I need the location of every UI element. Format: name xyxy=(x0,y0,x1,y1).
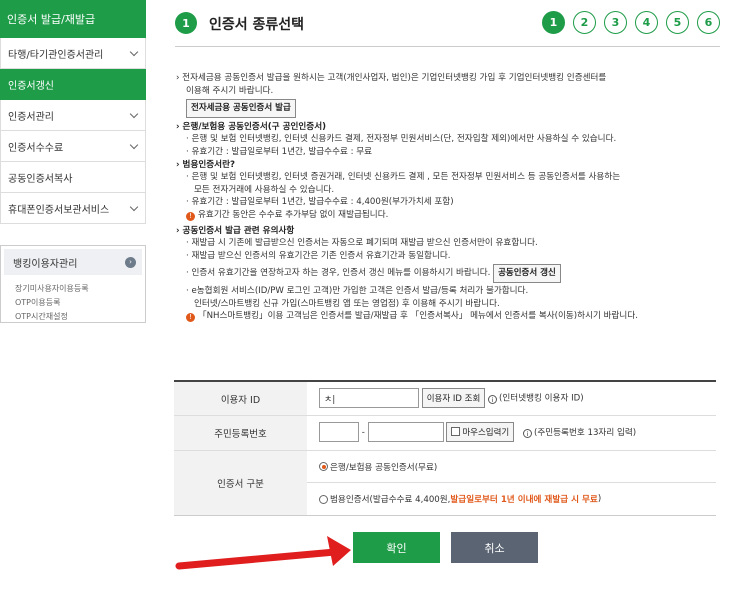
sidebar-item-label: 인증서관리 xyxy=(8,111,54,123)
user-id-hint: (인터넷뱅킹 이용자 ID) xyxy=(499,393,584,404)
option-bank-label: 은행/보험용 공동인증서(무료) xyxy=(330,462,438,473)
notice-2: · 재발급 받으신 인증서의 유효기간은 기존 인증서 유효기간과 동일합니다. xyxy=(186,250,451,261)
banking-user-box: 뱅킹이용자관리 › 장기미사용자이용등록 OTP이용등록 OTP시간재설정 xyxy=(0,245,146,323)
page-title: 인증서 종류선택 xyxy=(209,17,305,33)
notice-title-text: 공동인증서 발급 관련 유의사항 xyxy=(182,225,295,236)
rrn-label: 주민등록번호 xyxy=(174,416,307,450)
general-cert-validity: · 유효기간 : 발급일로부터 1년간, 발급수수료 : 4,400원(부가가치… xyxy=(186,197,454,208)
sidebar-item-label: 휴대폰인증서보관서비스 xyxy=(8,204,110,216)
option-general-label: 범용인증서(발급수수료 4,400원, xyxy=(330,495,451,505)
general-cert-warning: ! 유효기간 동안은 수수료 추가부담 없이 재발급됩니다. xyxy=(176,209,716,222)
info-icon: i xyxy=(522,428,532,438)
step-6: 6 xyxy=(697,11,720,34)
banking-sub-otp-time[interactable]: OTP시간재설정 xyxy=(1,310,145,324)
page-header: 1 인증서 종류선택 1 2 3 4 5 6 xyxy=(175,10,720,40)
sidebar-item-label: 인증서갱신 xyxy=(8,80,54,92)
chevron-down-icon xyxy=(129,47,139,56)
banking-user-title: 뱅킹이용자관리 xyxy=(13,258,78,270)
general-cert-desc-1: · 은행 및 보험 인터넷뱅킹, 인터넷 증권거래, 인터넷 신용카드 결제 ,… xyxy=(186,172,621,183)
sidebar-item-label: 공동인증서복사 xyxy=(8,173,73,185)
general-cert-title-text: 범용인증서란? xyxy=(182,159,235,170)
tax-cert-button[interactable]: 전자세금용 공동인증서 발급 xyxy=(186,99,296,118)
sidebar-item-mobile-storage[interactable]: 휴대폰인증서보관서비스 xyxy=(0,193,146,224)
user-id-lookup-button[interactable]: 이용자 ID 조회 xyxy=(421,388,486,408)
chevron-down-icon xyxy=(129,109,139,118)
header-divider xyxy=(175,46,720,47)
sidebar-header[interactable]: 인증서 발급/재발급 xyxy=(0,0,146,38)
warning-icon: ! xyxy=(186,211,195,221)
rrn-dash: - xyxy=(361,427,365,438)
notice-title: › 공동인증서 발급 관련 유의사항 xyxy=(176,225,295,236)
user-id-input[interactable]: ㅊ| xyxy=(319,388,419,408)
intro-line-1: 전자세금용 공동인증서 발급을 원하시는 고객(개인사업자, 법인)은 기업인터… xyxy=(182,73,607,83)
mouse-input-toggle[interactable]: 마우스입력기 xyxy=(446,422,515,442)
option-general-suffix: ) xyxy=(597,494,602,504)
sidebar-item-cert-manage[interactable]: 인증서관리 xyxy=(0,100,146,131)
option-bank-row[interactable]: 은행/보험용 공동인증서(무료) xyxy=(307,451,716,483)
nh-smart-warning-text: 「NH스마트뱅킹」이용 고객님은 인증서를 발급/재발급 후 「인증서복사」 메… xyxy=(198,311,638,322)
checkbox[interactable] xyxy=(451,427,461,436)
sidebar-item-renew[interactable]: 인증서갱신 xyxy=(0,69,146,100)
chevron-down-icon xyxy=(129,140,139,149)
notice-4a: · e농협회원 서비스(ID/PW 로그인 고객)만 가입한 고객은 인증서 발… xyxy=(186,285,529,296)
sidebar-item-label: 타행/타기관인증서관리 xyxy=(8,49,104,61)
bank-cert-desc: · 은행 및 보험 인터넷뱅킹, 인터넷 신용카드 결제, 전자정부 민원서비스… xyxy=(186,134,617,145)
cert-type-label: 인증서 구분 xyxy=(174,451,307,515)
user-id-label: 이용자 ID xyxy=(174,382,307,415)
option-general-highlight: 발급일로부터 1년 이내에 재발급 시 무료 xyxy=(450,495,598,505)
step-5: 5 xyxy=(666,11,689,34)
general-cert-warning-text: 유효기간 동안은 수수료 추가부담 없이 재발급됩니다. xyxy=(198,209,389,220)
info-icon: i xyxy=(488,394,498,404)
user-id-row: 이용자 ID ㅊ| 이용자 ID 조회 i (인터넷뱅킹 이용자 ID) xyxy=(174,382,716,416)
intro-line-2: 이용해 주시기 바랍니다. xyxy=(186,85,274,96)
step-indicator: 1 2 3 4 5 6 xyxy=(542,11,720,34)
rrn-hint: (주민등록번호 13자리 입력) xyxy=(533,427,637,438)
rrn-back-input[interactable] xyxy=(367,422,444,442)
title-step-badge: 1 xyxy=(175,12,197,34)
bank-cert-title: › 은행/보험용 공동인증서(구 공인인증서) xyxy=(176,121,327,132)
sidebar: 인증서 발급/재발급 타행/타기관인증서관리 인증서갱신 인증서관리 인증서수수… xyxy=(0,0,146,224)
sidebar-item-fee[interactable]: 인증서수수료 xyxy=(0,131,146,162)
banking-user-header[interactable]: 뱅킹이용자관리 › xyxy=(4,249,142,275)
intro-text: › 전자세금용 공동인증서 발급을 원하시는 고객(개인사업자, 법인)은 기업… xyxy=(176,73,607,83)
step-1: 1 xyxy=(542,11,565,34)
general-cert-desc-2: 모든 전자거래에 사용하실 수 있습니다. xyxy=(194,184,335,195)
cancel-button[interactable]: 취소 xyxy=(451,532,538,563)
rrn-front-input[interactable] xyxy=(319,422,359,442)
notice-3: · 인증서 유효기간을 연장하고자 하는 경우, 인증서 갱신 메뉴를 이용하시… xyxy=(186,268,491,279)
sidebar-item-label: 인증서수수료 xyxy=(8,142,64,154)
notice-4b: 인터넷/스마트뱅킹 신규 가입(스마트뱅킹 앱 또는 영업점) 후 이용해 주시… xyxy=(194,298,500,309)
chevron-down-icon xyxy=(129,202,139,211)
banking-sub-dormant[interactable]: 장기미사용자이용등록 xyxy=(1,282,145,296)
sidebar-item-copy[interactable]: 공동인증서복사 xyxy=(0,162,146,193)
option-general-row[interactable]: 범용인증서(발급수수료 4,400원, 발급일로부터 1년 이내에 재발급 시 … xyxy=(307,483,716,515)
rrn-row: 주민등록번호 - 마우스입력기 i (주민등록번호 13자리 입력) xyxy=(174,416,716,451)
notice-1: · 재발급 시 기존에 발급받으신 인증서는 자동으로 폐기되며 재발급 받으신… xyxy=(186,238,538,249)
cert-type-row: 인증서 구분 은행/보험용 공동인증서(무료) 범용인증서(발급수수료 4,40… xyxy=(174,451,716,515)
radio-general-cert[interactable] xyxy=(319,494,328,504)
bank-cert-validity: · 유효기간 : 발급일로부터 1년간, 발급수수료 : 무료 xyxy=(186,146,373,157)
step-2: 2 xyxy=(573,11,596,34)
sidebar-item-other-cert[interactable]: 타행/타기관인증서관리 xyxy=(0,38,146,69)
cert-form: 이용자 ID ㅊ| 이용자 ID 조회 i (인터넷뱅킹 이용자 ID) 주민등록… xyxy=(174,380,716,516)
confirm-button[interactable]: 확인 xyxy=(353,532,440,563)
mouse-input-label: 마우스입력기 xyxy=(462,428,510,438)
step-4: 4 xyxy=(635,11,658,34)
step-3: 3 xyxy=(604,11,627,34)
renew-cert-button[interactable]: 공동인증서 갱신 xyxy=(493,264,561,283)
warning-icon: ! xyxy=(186,313,195,323)
chevron-right-icon: › xyxy=(125,256,136,268)
notice-3-row: · 인증서 유효기간을 연장하고자 하는 경우, 인증서 갱신 메뉴를 이용하시… xyxy=(176,264,716,283)
banking-sub-otp[interactable]: OTP이용등록 xyxy=(1,296,145,310)
radio-bank-cert[interactable] xyxy=(319,462,328,471)
red-arrow-annotation xyxy=(175,536,351,570)
nh-smart-warning: ! 「NH스마트뱅킹」이용 고객님은 인증서를 발급/재발급 후 「인증서복사」 … xyxy=(176,310,716,323)
bank-cert-title-text: 은행/보험용 공동인증서(구 공인인증서) xyxy=(182,121,327,132)
info-section: › 전자세금용 공동인증서 발급을 원하시는 고객(개인사업자, 법인)은 기업… xyxy=(176,72,716,323)
general-cert-title: › 범용인증서란? xyxy=(176,159,235,170)
